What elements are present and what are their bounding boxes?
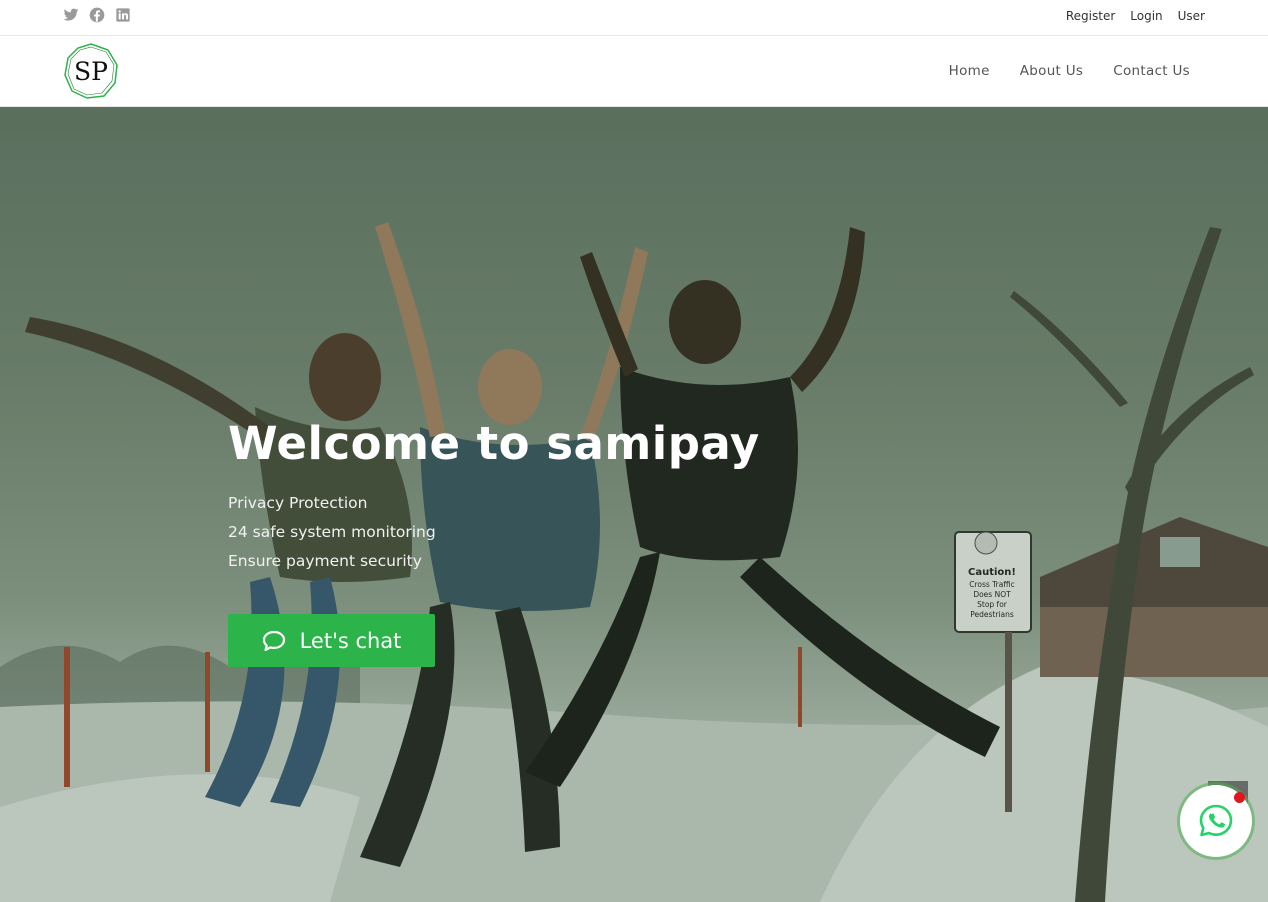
lets-chat-label: Let's chat [299, 628, 402, 653]
nav-about-us[interactable]: About Us [1020, 63, 1084, 79]
facebook-icon[interactable] [89, 7, 105, 23]
site-logo[interactable]: SP [63, 43, 119, 99]
whatsapp-icon [1199, 804, 1233, 837]
notification-dot [1234, 792, 1245, 803]
hero-title: Welcome to samipay [228, 417, 760, 470]
nav-contact-us[interactable]: Contact Us [1113, 63, 1190, 79]
feature-item: Ensure payment security [228, 551, 422, 570]
chat-bubble-icon [262, 630, 285, 651]
feature-item: Privacy Protection [228, 493, 368, 512]
top-bar: Register Login User [0, 0, 1268, 36]
linkedin-icon[interactable] [115, 7, 131, 23]
register-link[interactable]: Register [1066, 9, 1115, 23]
logo-text: SP [74, 57, 108, 86]
social-links [63, 7, 131, 23]
feature-item: 24 safe system monitoring [228, 522, 436, 541]
nav-home[interactable]: Home [949, 63, 990, 79]
lets-chat-button[interactable]: Let's chat [228, 614, 435, 667]
site-header: SP Home About Us Contact Us [0, 36, 1268, 107]
user-link[interactable]: User [1178, 9, 1205, 23]
twitter-icon[interactable] [63, 7, 79, 23]
login-link[interactable]: Login [1130, 9, 1162, 23]
hero-content: Welcome to samipay Privacy Protection 24… [228, 417, 760, 667]
feature-list: Privacy Protection 24 safe system monito… [228, 489, 760, 576]
hero-section: Caution! Cross Traffic Does NOT Stop for… [0, 107, 1268, 902]
account-links: Register Login User [1066, 9, 1205, 23]
main-nav: Home About Us Contact Us [949, 63, 1190, 79]
